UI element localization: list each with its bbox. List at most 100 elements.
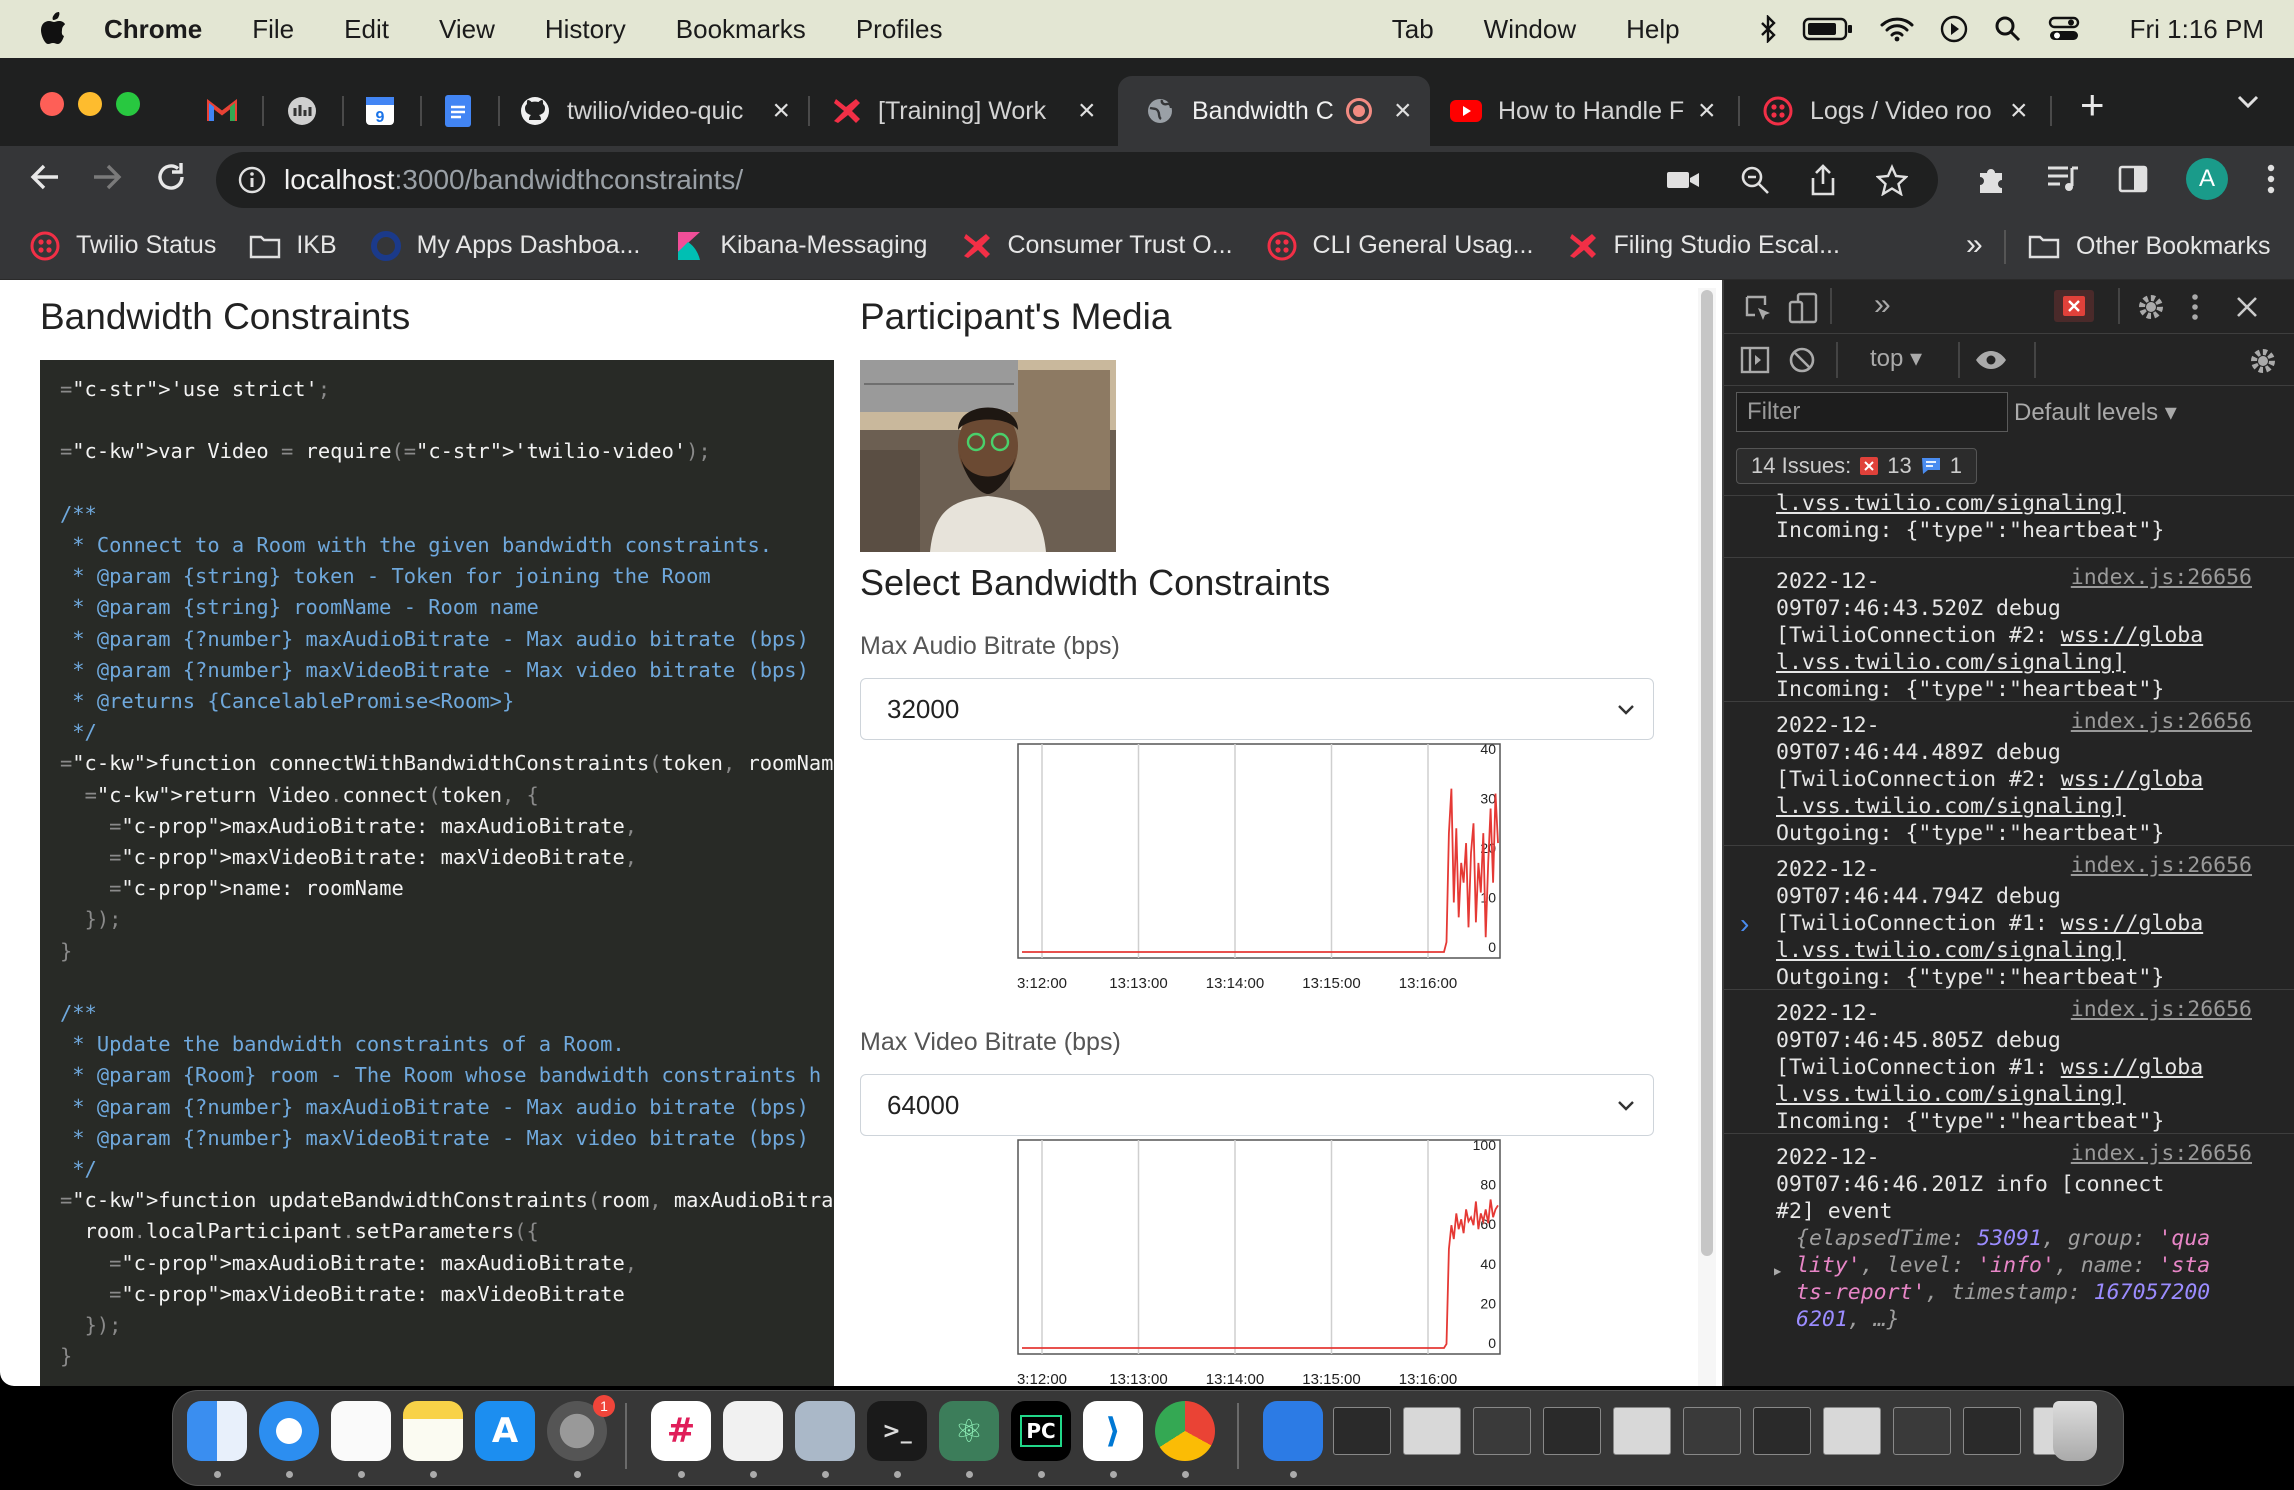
bookmark-my-apps[interactable]: My Apps Dashboa... <box>369 229 640 263</box>
notes-icon[interactable] <box>403 1401 463 1461</box>
context-selector[interactable]: top ▾ <box>1870 344 1922 373</box>
tab-close-icon[interactable]: × <box>2010 94 2028 128</box>
issues-counter[interactable]: 14 Issues: 13 1 <box>1736 448 1978 484</box>
websocket-link[interactable]: wss://globa <box>2061 1055 2203 1080</box>
minimized-window-thumbnail[interactable] <box>1753 1407 1811 1455</box>
source-link[interactable]: index.js:26656 <box>2071 708 2252 735</box>
trash-icon[interactable] <box>2053 1401 2097 1461</box>
menu-app-chrome[interactable]: Chrome <box>104 14 202 45</box>
menu-help[interactable]: Help <box>1626 14 1679 45</box>
source-link[interactable]: index.js:26656 <box>2071 1140 2252 1167</box>
minimized-window-thumbnail[interactable] <box>1893 1407 1951 1455</box>
tab-calendar[interactable]: 9 <box>364 76 396 146</box>
tab-bandwidth-active[interactable]: Bandwidth C × <box>1118 76 1430 146</box>
bookmark-consumer-trust[interactable]: Consumer Trust O... <box>959 229 1233 263</box>
preview-icon[interactable] <box>795 1401 855 1461</box>
profile-avatar[interactable]: A <box>2186 158 2228 200</box>
live-expression-eye-icon[interactable] <box>1974 348 2008 372</box>
xcode-icon[interactable] <box>1263 1401 1323 1461</box>
close-window-button[interactable] <box>40 92 64 116</box>
minimized-window-thumbnail[interactable] <box>1403 1407 1461 1455</box>
menubar-clock[interactable]: Fri 1:16 PM <box>2130 14 2264 45</box>
pycharm-icon[interactable]: PC <box>1011 1401 1071 1461</box>
atom-icon[interactable]: ⚛ <box>939 1401 999 1461</box>
minimized-window-thumbnail[interactable] <box>1473 1407 1531 1455</box>
textedit-icon[interactable] <box>723 1401 783 1461</box>
minimized-window-thumbnail[interactable] <box>1543 1407 1601 1455</box>
console-input[interactable] <box>1724 910 2294 958</box>
tab-close-icon[interactable]: × <box>1078 94 1096 128</box>
menu-edit[interactable]: Edit <box>344 14 389 45</box>
battery-icon[interactable] <box>1802 16 1854 42</box>
max-audio-bitrate-select[interactable]: 32000 <box>860 678 1654 740</box>
minimized-window-thumbnail[interactable] <box>1823 1407 1881 1455</box>
close-devtools-icon[interactable] <box>2234 294 2260 320</box>
finder-icon[interactable] <box>187 1401 247 1461</box>
tab-app[interactable] <box>286 76 318 146</box>
menu-history[interactable]: History <box>545 14 626 45</box>
address-bar[interactable]: localhost:3000/bandwidthconstraints/ <box>216 152 1938 208</box>
websocket-link[interactable]: wss://globa <box>2061 623 2203 648</box>
source-link[interactable]: index.js:26656 <box>2071 564 2252 591</box>
bookmark-kibana[interactable]: Kibana-Messaging <box>672 229 927 263</box>
tab-youtube[interactable]: How to Handle F × <box>1450 76 1720 146</box>
device-toggle-icon[interactable] <box>1788 292 1818 324</box>
minimized-window-thumbnail[interactable] <box>1963 1407 2021 1455</box>
extensions-puzzle-icon[interactable] <box>1976 163 2008 195</box>
page-scrollbar-thumb[interactable] <box>1701 290 1713 1256</box>
minimized-window-thumbnail[interactable] <box>1683 1407 1741 1455</box>
share-icon[interactable] <box>1810 164 1836 196</box>
vscode-icon[interactable]: ⟩ <box>1083 1401 1143 1461</box>
zoom-icon[interactable] <box>1740 165 1770 195</box>
apple-icon[interactable] <box>38 12 68 46</box>
slack-icon[interactable]: # <box>651 1401 711 1461</box>
new-tab-plus-icon[interactable]: + <box>2080 84 2105 126</box>
source-link[interactable]: index.js:26656 <box>2071 852 2252 879</box>
bookmark-filing-studio[interactable]: Filing Studio Escal... <box>1565 229 1840 263</box>
bookmark-star-icon[interactable] <box>1876 164 1908 196</box>
minimized-window-thumbnail[interactable] <box>1333 1407 1391 1455</box>
wifi-icon[interactable] <box>1880 16 1914 42</box>
tab-close-icon[interactable]: × <box>1394 94 1412 128</box>
tab-search-chevron-icon[interactable] <box>2236 94 2260 110</box>
play-circle-icon[interactable] <box>1940 15 1968 43</box>
menu-file[interactable]: File <box>252 14 294 45</box>
tab-gmail[interactable] <box>206 76 238 146</box>
terminal-icon[interactable]: >_ <box>867 1401 927 1461</box>
kebab-menu-icon[interactable] <box>2266 163 2276 195</box>
tab-github[interactable]: twilio/video-quic × <box>520 76 790 146</box>
bookmarks-overflow-chevron[interactable]: » <box>1966 228 1983 262</box>
websocket-link[interactable]: wss://globa <box>2061 767 2203 792</box>
sidebar-toggle-icon[interactable] <box>1740 346 1770 374</box>
back-arrow-icon[interactable] <box>28 160 62 194</box>
control-center-icon[interactable] <box>2048 15 2080 43</box>
bookmark-twilio-status[interactable]: Twilio Status <box>28 229 216 263</box>
menu-view[interactable]: View <box>439 14 495 45</box>
camera-blocked-icon[interactable] <box>1666 168 1700 192</box>
tab-close-icon[interactable]: × <box>772 94 790 128</box>
media-controls-icon[interactable] <box>2046 164 2080 194</box>
console-settings-gear-icon[interactable] <box>2248 346 2278 376</box>
object-preview-line[interactable]: {elapsedTime: 53091, group: 'qua <box>1776 1225 2294 1252</box>
tab-logs[interactable]: Logs / Video roo × <box>1762 76 2032 146</box>
safari-icon[interactable] <box>259 1401 319 1461</box>
menu-profiles[interactable]: Profiles <box>856 14 943 45</box>
tab-docs[interactable] <box>442 76 474 146</box>
url-text[interactable]: localhost:3000/bandwidthconstraints/ <box>284 164 743 196</box>
spotlight-search-icon[interactable] <box>1994 15 2022 43</box>
clear-console-icon[interactable] <box>1788 346 1816 374</box>
tab-training[interactable]: [Training] Work × <box>830 76 1100 146</box>
minimize-window-button[interactable] <box>78 92 102 116</box>
app-store-icon[interactable]: A <box>475 1401 535 1461</box>
bookmark-ikb[interactable]: IKB <box>248 229 337 263</box>
menu-bookmarks[interactable]: Bookmarks <box>676 14 806 45</box>
reminders-icon[interactable] <box>331 1401 391 1461</box>
menu-window[interactable]: Window <box>1484 14 1576 45</box>
forward-arrow-icon[interactable] <box>90 160 124 194</box>
reload-icon[interactable] <box>154 160 188 194</box>
minimized-window-thumbnail[interactable] <box>1613 1407 1671 1455</box>
zoom-window-button[interactable] <box>116 92 140 116</box>
bookmark-cli-general[interactable]: CLI General Usag... <box>1265 229 1533 263</box>
inspect-element-icon[interactable] <box>1744 294 1774 324</box>
site-info-icon[interactable] <box>238 166 266 194</box>
